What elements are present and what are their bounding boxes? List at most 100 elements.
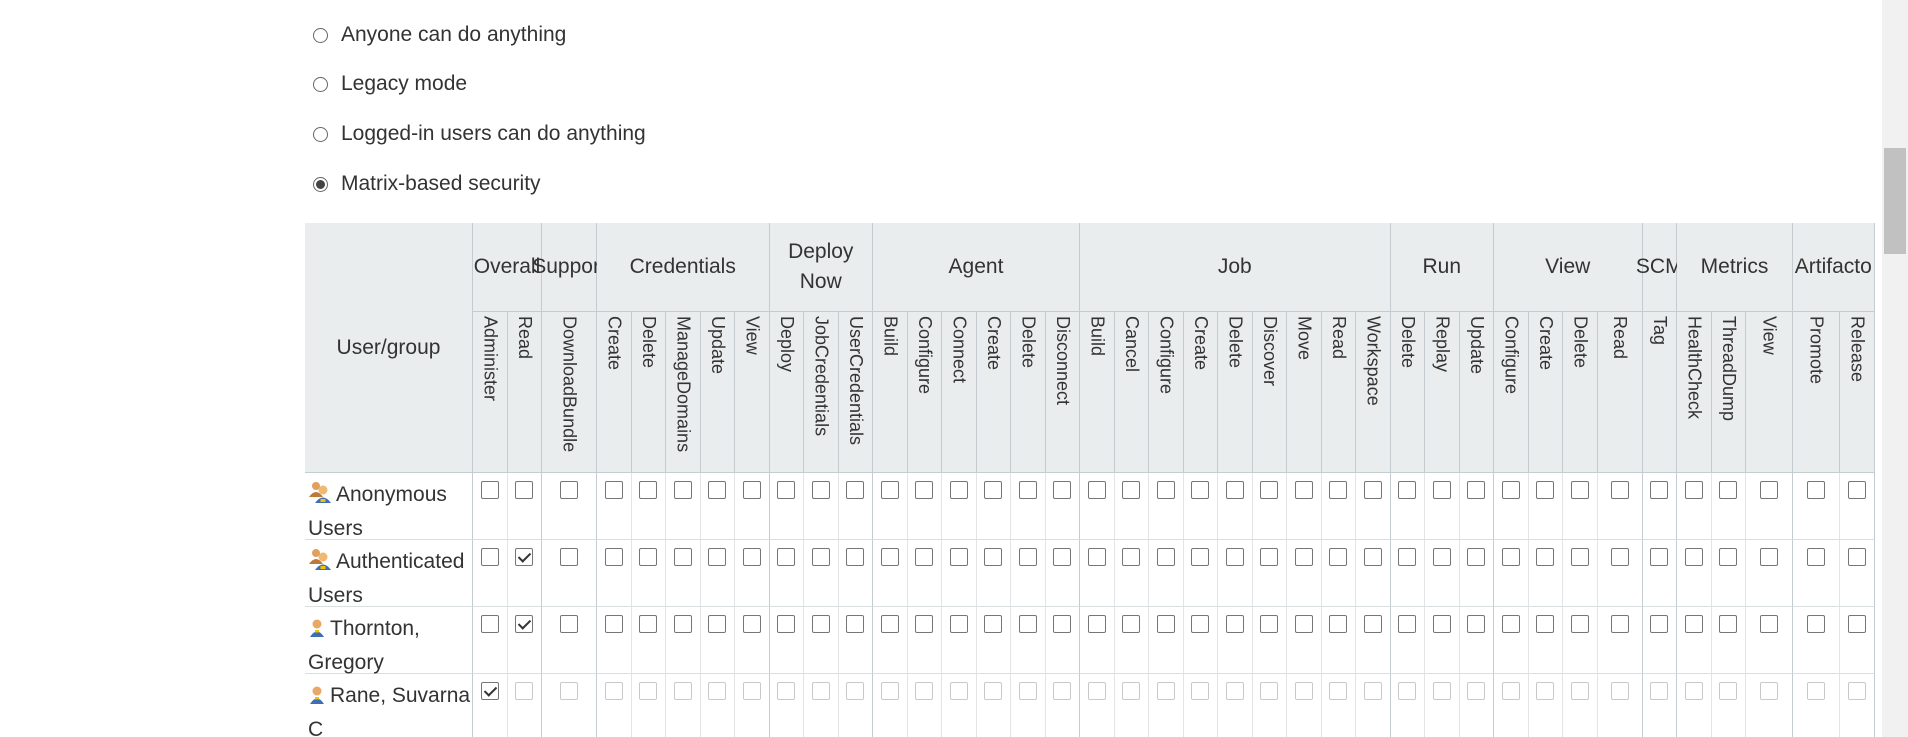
permission-checkbox[interactable]	[1847, 481, 1866, 499]
permission-checkbox[interactable]	[1684, 615, 1703, 633]
permission-checkbox[interactable]	[1501, 481, 1520, 499]
permission-checkbox[interactable]	[1191, 481, 1210, 499]
permission-checkbox[interactable]	[639, 481, 658, 499]
permission-checkbox[interactable]	[560, 615, 578, 633]
permission-checkbox[interactable]	[560, 682, 578, 700]
permission-checkbox[interactable]	[1536, 481, 1555, 499]
permission-checkbox[interactable]	[915, 615, 934, 633]
permission-checkbox[interactable]	[1087, 481, 1106, 499]
permission-checkbox[interactable]	[1018, 548, 1037, 566]
permission-checkbox[interactable]	[1610, 481, 1629, 499]
permission-checkbox[interactable]	[1501, 615, 1520, 633]
permission-checkbox[interactable]	[1719, 615, 1738, 633]
permission-checkbox[interactable]	[880, 615, 899, 633]
permission-checkbox[interactable]	[880, 682, 899, 700]
permission-checkbox[interactable]	[1501, 548, 1520, 566]
permission-checkbox[interactable]	[1294, 615, 1313, 633]
scrollbar-thumb[interactable]	[1884, 148, 1906, 254]
permission-checkbox[interactable]	[1191, 615, 1210, 633]
permission-checkbox[interactable]	[846, 615, 865, 633]
permission-checkbox[interactable]	[1122, 481, 1141, 499]
permission-checkbox[interactable]	[949, 548, 968, 566]
permission-checkbox[interactable]	[1684, 548, 1703, 566]
permission-checkbox[interactable]	[604, 682, 623, 700]
permission-checkbox[interactable]	[1650, 481, 1669, 499]
permission-checkbox[interactable]	[1156, 682, 1175, 700]
permission-checkbox[interactable]	[1363, 481, 1382, 499]
permission-checkbox[interactable]	[1294, 481, 1313, 499]
permission-checkbox[interactable]	[560, 481, 578, 499]
permission-checkbox[interactable]	[515, 548, 534, 566]
permission-checkbox[interactable]	[1467, 548, 1486, 566]
permission-checkbox[interactable]	[846, 682, 865, 700]
permission-checkbox[interactable]	[846, 481, 865, 499]
permission-checkbox[interactable]	[811, 682, 830, 700]
permission-checkbox[interactable]	[1536, 615, 1555, 633]
permission-checkbox[interactable]	[1363, 615, 1382, 633]
permission-checkbox[interactable]	[1570, 682, 1589, 700]
permission-checkbox[interactable]	[1610, 615, 1629, 633]
permission-checkbox[interactable]	[1329, 615, 1348, 633]
permission-checkbox[interactable]	[742, 481, 761, 499]
permission-checkbox[interactable]	[1122, 615, 1141, 633]
permission-checkbox[interactable]	[1650, 682, 1669, 700]
permission-checkbox[interactable]	[1087, 548, 1106, 566]
permission-checkbox[interactable]	[1329, 481, 1348, 499]
radio-button[interactable]	[313, 76, 328, 92]
permission-checkbox[interactable]	[1570, 481, 1589, 499]
permission-checkbox[interactable]	[1398, 481, 1417, 499]
permission-checkbox[interactable]	[1760, 548, 1778, 566]
permission-checkbox[interactable]	[708, 548, 727, 566]
permission-checkbox[interactable]	[880, 481, 899, 499]
permission-checkbox[interactable]	[915, 548, 934, 566]
permission-checkbox[interactable]	[1053, 548, 1072, 566]
auth-option-logged-in-users-can-do-anything[interactable]: Logged-in users can do anything	[313, 119, 646, 149]
permission-checkbox[interactable]	[1260, 682, 1279, 700]
permission-checkbox[interactable]	[1191, 548, 1210, 566]
permission-checkbox[interactable]	[673, 481, 692, 499]
permission-checkbox[interactable]	[639, 615, 658, 633]
permission-checkbox[interactable]	[1053, 615, 1072, 633]
auth-option-matrix-based-security[interactable]: Matrix-based security	[313, 169, 541, 199]
permission-checkbox[interactable]	[639, 548, 658, 566]
permission-checkbox[interactable]	[1719, 481, 1738, 499]
permission-checkbox[interactable]	[480, 615, 499, 633]
radio-button[interactable]	[313, 176, 328, 192]
permission-checkbox[interactable]	[742, 548, 761, 566]
permission-checkbox[interactable]	[1807, 548, 1825, 566]
permission-checkbox[interactable]	[1156, 548, 1175, 566]
permission-checkbox[interactable]	[1650, 615, 1669, 633]
permission-checkbox[interactable]	[1807, 682, 1825, 700]
permission-checkbox[interactable]	[1122, 682, 1141, 700]
radio-button[interactable]	[313, 126, 328, 142]
permission-checkbox[interactable]	[1760, 481, 1778, 499]
permission-checkbox[interactable]	[1847, 548, 1866, 566]
permission-checkbox[interactable]	[1684, 481, 1703, 499]
permission-checkbox[interactable]	[984, 682, 1003, 700]
permission-checkbox[interactable]	[1432, 682, 1451, 700]
permission-checkbox[interactable]	[984, 615, 1003, 633]
permission-checkbox[interactable]	[949, 481, 968, 499]
permission-checkbox[interactable]	[1570, 548, 1589, 566]
permission-checkbox[interactable]	[811, 615, 830, 633]
permission-checkbox[interactable]	[1329, 548, 1348, 566]
permission-checkbox[interactable]	[1432, 548, 1451, 566]
permission-checkbox[interactable]	[708, 615, 727, 633]
permission-checkbox[interactable]	[673, 615, 692, 633]
auth-option-anyone-can-do-anything[interactable]: Anyone can do anything	[313, 20, 566, 50]
permission-checkbox[interactable]	[1156, 615, 1175, 633]
permission-checkbox[interactable]	[1294, 682, 1313, 700]
permission-checkbox[interactable]	[1501, 682, 1520, 700]
permission-checkbox[interactable]	[1225, 548, 1244, 566]
permission-checkbox[interactable]	[1156, 481, 1175, 499]
permission-checkbox[interactable]	[1650, 548, 1669, 566]
permission-checkbox[interactable]	[560, 548, 578, 566]
permission-checkbox[interactable]	[777, 548, 796, 566]
permission-checkbox[interactable]	[604, 548, 623, 566]
permission-checkbox[interactable]	[949, 682, 968, 700]
permission-checkbox[interactable]	[1329, 682, 1348, 700]
auth-option-legacy-mode[interactable]: Legacy mode	[313, 69, 467, 99]
permission-checkbox[interactable]	[1684, 682, 1703, 700]
permission-checkbox[interactable]	[1719, 548, 1738, 566]
permission-checkbox[interactable]	[1260, 548, 1279, 566]
